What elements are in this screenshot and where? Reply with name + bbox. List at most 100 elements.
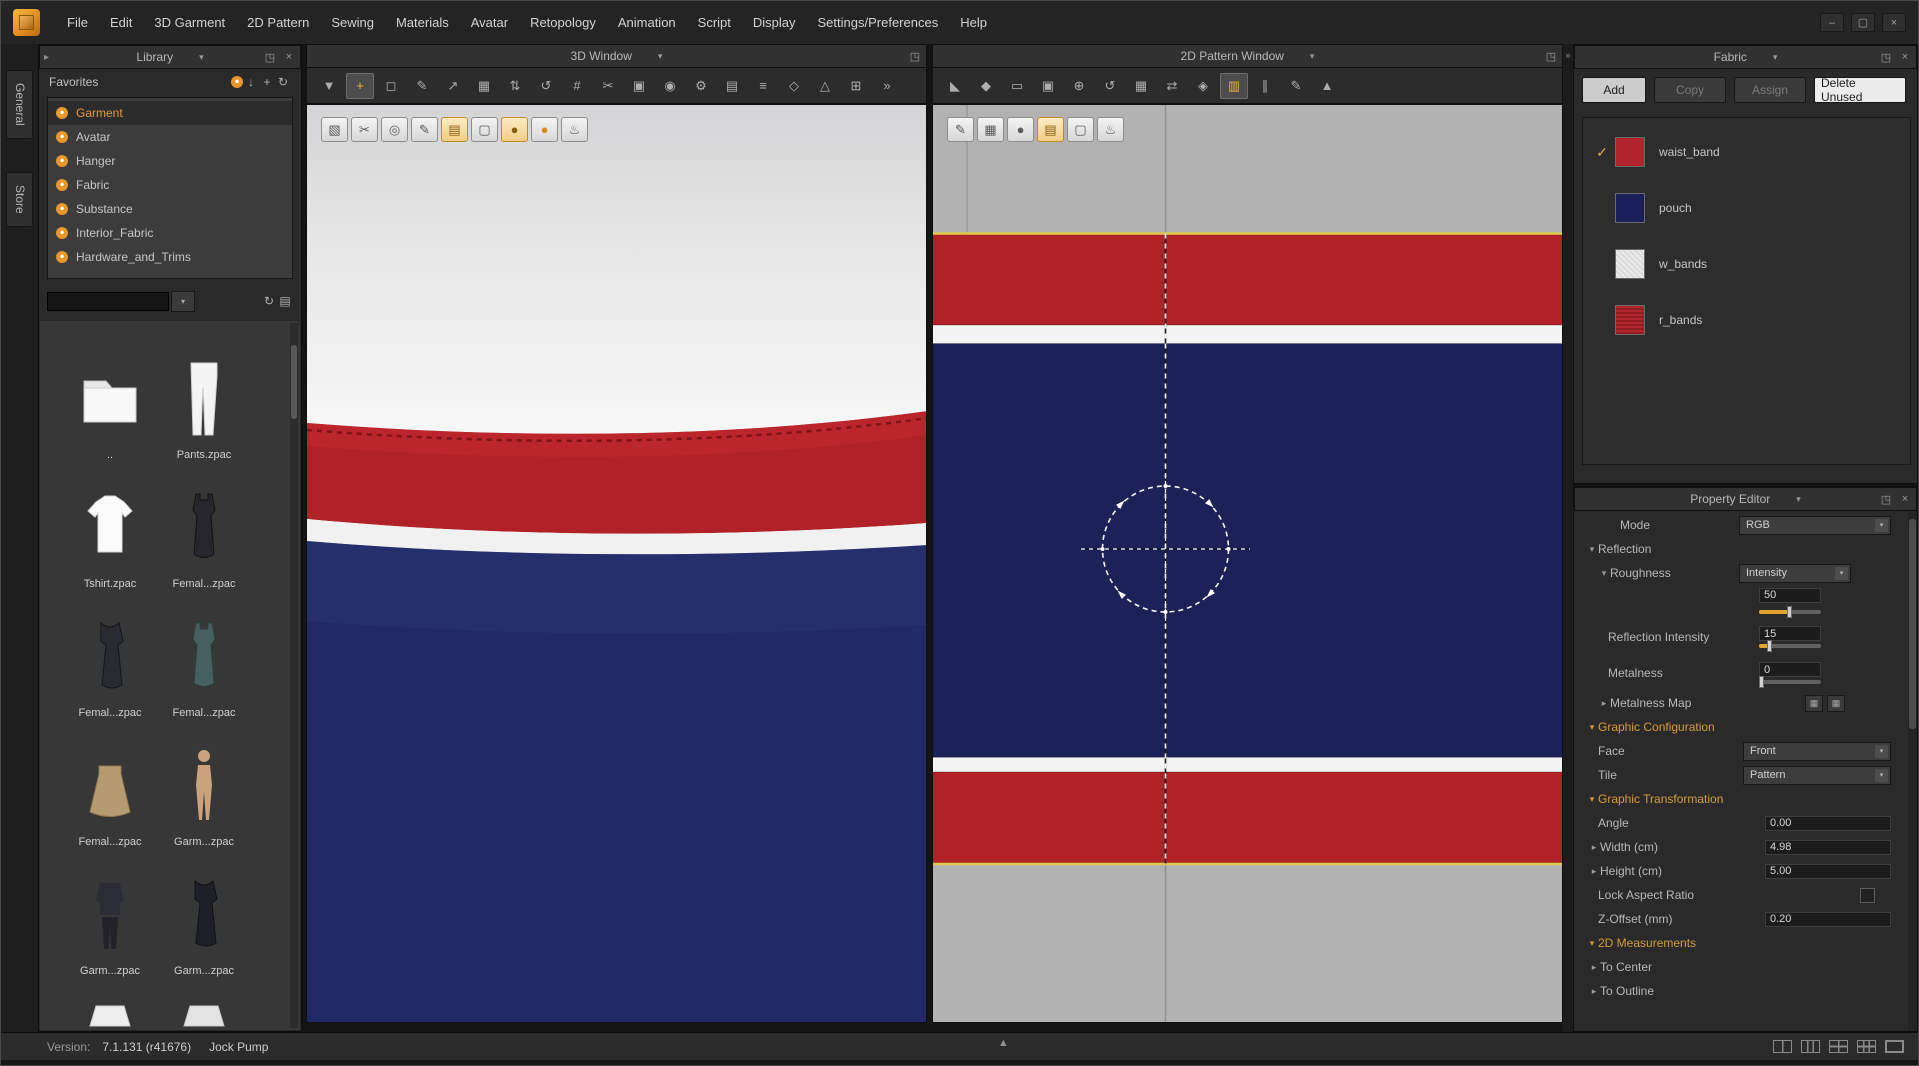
roughness-value-field[interactable]: 50 [1759, 588, 1821, 603]
float-panel-icon[interactable]: ◳ [908, 50, 922, 63]
fabric-row-waist-band[interactable]: ✓ waist_band [1583, 124, 1910, 180]
show-texture-2d-icon[interactable]: ▤ [1037, 117, 1064, 142]
stripe-icon[interactable]: ∥ [1251, 73, 1279, 99]
grid-icon[interactable]: # [563, 73, 591, 99]
transform-icon[interactable]: ↗ [439, 73, 467, 99]
reflection-intensity-field[interactable]: 15 [1759, 626, 1821, 641]
expand-arrow-icon[interactable]: ▸ [1588, 986, 1600, 997]
face-select[interactable]: Front ▾ [1743, 742, 1891, 761]
close-panel-icon[interactable]: × [1898, 51, 1912, 63]
edit-texture-icon[interactable]: ▥ [1220, 73, 1248, 99]
close-panel-icon[interactable]: × [282, 51, 296, 63]
pattern-navy-body[interactable] [933, 344, 1563, 758]
show-textures-icon[interactable]: ▤ [441, 117, 468, 142]
triangle-icon[interactable]: △ [811, 73, 839, 99]
download-icon[interactable]: ↓ [243, 75, 259, 89]
solidify-icon[interactable]: ▣ [625, 73, 653, 99]
library-item-female-dress-teal[interactable]: Femal...zpac [160, 609, 248, 721]
menu-sewing[interactable]: Sewing [320, 1, 385, 44]
add-pattern-icon[interactable]: ▣ [1034, 73, 1062, 99]
graphic-transformation-section[interactable]: ▾ Graphic Transformation [1574, 787, 1907, 811]
3d-viewport[interactable]: ▧ ✂ ◎ ✎ ▤ ▢ ● ● ♨ [306, 104, 927, 1023]
menu-retopology[interactable]: Retopology [519, 1, 607, 44]
library-scrollbar[interactable] [290, 323, 298, 1028]
grid-toggle-icon[interactable]: ▦ [977, 117, 1004, 142]
library-item-parent-folder[interactable]: .. [66, 351, 154, 463]
fabric-swatch[interactable] [1615, 305, 1645, 335]
show-seams-icon[interactable]: ✂ [351, 117, 378, 142]
gear-icon[interactable]: ⚙ [687, 73, 715, 99]
simulate-icon[interactable]: ▼ [315, 73, 343, 99]
refresh-icon[interactable]: ↻ [275, 75, 291, 89]
tab-general[interactable]: General [6, 70, 33, 139]
layout-two-pane-icon[interactable] [1773, 1040, 1792, 1053]
window-grid-icon[interactable]: ⊞ [842, 73, 870, 99]
chevron-down-icon[interactable]: ▾ [1773, 52, 1778, 63]
dock-arrow-icon[interactable]: ▸ [44, 46, 49, 68]
fabric-swatch[interactable] [1615, 193, 1645, 223]
dock-right-icon[interactable]: » [1565, 50, 1570, 60]
fabric-row-w-bands[interactable]: w_bands [1583, 236, 1910, 292]
favorite-fabric[interactable]: Fabric [48, 173, 292, 197]
show-pins-icon[interactable]: ◎ [381, 117, 408, 142]
show-mesh-2d-icon[interactable]: ▢ [1067, 117, 1094, 142]
edit-pattern-icon[interactable]: ◆ [972, 73, 1000, 99]
diamond-icon[interactable]: ◇ [780, 73, 808, 99]
fabric-row-r-bands[interactable]: r_bands [1583, 292, 1910, 348]
fold-arrangement-icon[interactable]: ⇅ [501, 73, 529, 99]
roughness-type-select[interactable]: Intensity ▾ [1739, 564, 1851, 583]
library-item-garment-dress[interactable]: Garm...zpac [160, 867, 248, 979]
pen-2d-icon[interactable]: ✎ [1282, 73, 1310, 99]
scissors-icon[interactable]: ✂ [594, 73, 622, 99]
menu-script[interactable]: Script [687, 1, 742, 44]
menu-display[interactable]: Display [742, 1, 807, 44]
chevron-down-icon[interactable]: ▾ [199, 52, 204, 63]
select-box-icon[interactable]: ◻ [377, 73, 405, 99]
layout-three-pane-icon[interactable] [1801, 1040, 1820, 1053]
menu-animation[interactable]: Animation [607, 1, 687, 44]
reflection-section[interactable]: ▾ Reflection [1574, 537, 1907, 561]
avatar-silhouette-icon[interactable]: ● [1007, 117, 1034, 142]
pen-toggle-icon[interactable]: ✎ [947, 117, 974, 142]
texture-icon[interactable]: ◈ [1189, 73, 1217, 99]
layout-six-grid-icon[interactable] [1857, 1040, 1876, 1053]
float-panel-icon[interactable]: ◳ [1879, 51, 1893, 64]
3d-viewport-canvas[interactable] [307, 105, 927, 1023]
menu-edit[interactable]: Edit [99, 1, 143, 44]
pattern-red-top[interactable] [933, 234, 1563, 326]
refresh-library-icon[interactable]: ↻ [261, 294, 277, 308]
expand-arrow-icon[interactable]: ▸ [1588, 842, 1600, 853]
library-item-tshirt[interactable]: Tshirt.zpac [66, 480, 154, 592]
collapse-arrow-icon[interactable]: ▾ [1586, 938, 1598, 949]
float-panel-icon[interactable]: ◳ [1879, 493, 1893, 506]
layers-icon[interactable]: ▤ [718, 73, 746, 99]
menu-3d-garment[interactable]: 3D Garment [143, 1, 236, 44]
assign-button[interactable]: Assign [1734, 77, 1806, 103]
select-move-icon[interactable]: + [346, 73, 374, 99]
pattern-red-bottom[interactable] [933, 772, 1563, 864]
float-panel-icon[interactable]: ◳ [263, 51, 277, 64]
collapse-arrow-icon[interactable]: ▾ [1586, 794, 1598, 805]
expand-arrow-icon[interactable]: ▸ [1588, 866, 1600, 877]
garment-3d[interactable] [307, 411, 927, 1023]
z-offset-field[interactable]: 0.20 [1765, 912, 1891, 927]
map-grid-icon[interactable]: ▦ [1805, 695, 1823, 712]
library-item-pants[interactable]: Pants.zpac [160, 351, 248, 463]
steam-icon[interactable]: ♨ [561, 117, 588, 142]
show-mesh-icon[interactable]: ▢ [471, 117, 498, 142]
favorite-avatar[interactable]: Avatar [48, 125, 292, 149]
fabric-row-pouch[interactable]: pouch [1583, 180, 1910, 236]
grid-2d-icon[interactable]: ▦ [1127, 73, 1155, 99]
to-center-row[interactable]: ▸ To Center [1574, 955, 1907, 979]
history-icon[interactable] [231, 76, 243, 88]
favorite-hanger[interactable]: Hanger [48, 149, 292, 173]
dock-strip[interactable]: » [1563, 44, 1573, 1032]
menu-settings-preferences[interactable]: Settings/Preferences [807, 1, 950, 44]
angle-field[interactable]: 0.00 [1765, 816, 1891, 831]
rotate-icon[interactable]: ↺ [1096, 73, 1124, 99]
chevron-down-icon[interactable]: ▾ [1796, 494, 1801, 505]
2d-viewport[interactable]: ✎ ▦ ● ▤ ▢ ♨ [932, 104, 1563, 1023]
tile-select[interactable]: Pattern ▾ [1743, 766, 1891, 785]
maximize-icon[interactable]: ▢ [1851, 13, 1875, 32]
chevron-down-icon[interactable]: ▾ [1310, 51, 1315, 62]
